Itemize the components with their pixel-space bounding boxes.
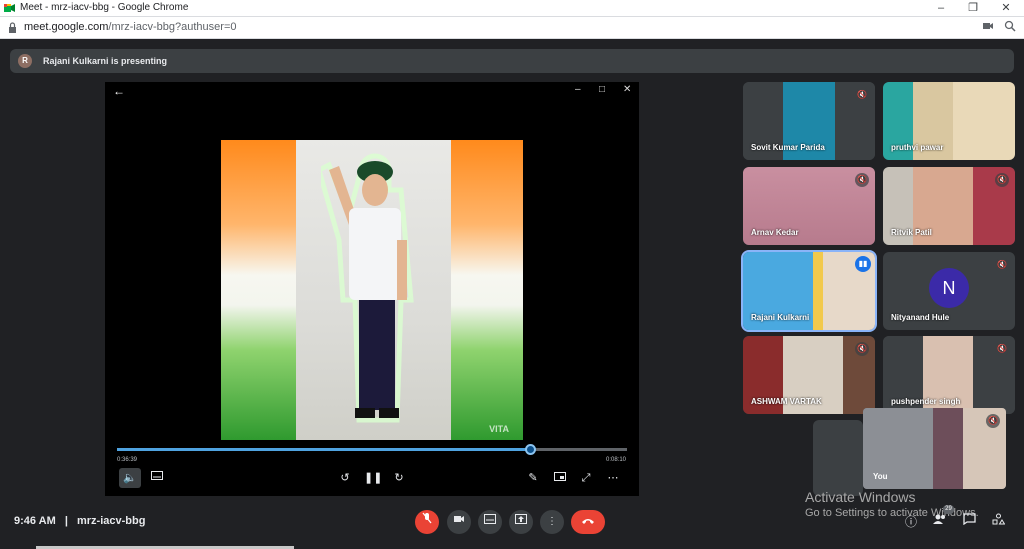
progress-fill — [117, 448, 531, 451]
tricolor-band-right — [451, 140, 523, 440]
participant-name: Ritvik Patil — [891, 228, 932, 237]
zoom-icon[interactable] — [1004, 20, 1016, 35]
mic-off-icon: 🔇 — [995, 258, 1009, 272]
mic-off-icon: 🔇 — [986, 414, 1000, 428]
end-call-button[interactable] — [571, 510, 605, 534]
present-screen-button[interactable] — [509, 510, 533, 534]
participant-tile-pruthvi[interactable]: pruthvi pawar — [883, 82, 1015, 160]
participant-name: Sovit Kumar Parida — [751, 143, 825, 152]
mic-off-icon: 🔇 — [855, 342, 869, 356]
participant-tile-nityanand[interactable]: N 🔇 Nityanand Hule — [883, 252, 1015, 330]
people-icon[interactable] — [933, 513, 947, 528]
meet-favicon-icon — [4, 4, 15, 12]
mic-toggle-button[interactable] — [415, 510, 439, 534]
participant-name: Arnav Kedar — [751, 228, 799, 237]
mic-off-icon: 🔇 — [855, 88, 869, 102]
rewind-10-icon[interactable]: ↺ — [337, 468, 353, 488]
empty-tile — [813, 420, 863, 496]
mic-off-icon: 🔇 — [855, 173, 869, 187]
close-icon[interactable]: ✕ — [623, 84, 631, 95]
participant-tile-rajani[interactable]: ▮▮ Rajani Kulkarni — [741, 250, 877, 332]
url-host: meet.google.com — [24, 21, 109, 33]
presentation-window[interactable]: ← – □ ✕ VITA 0:36:39 0:08:10 🔈 ↺ ❚❚ ↻ ✎ … — [105, 82, 639, 496]
participant-tile-ashwam[interactable]: 🔇 ASHWAM VARTAK — [743, 336, 875, 414]
activities-icon[interactable] — [992, 513, 1006, 528]
picture-in-picture-icon[interactable] — [552, 468, 568, 488]
restore-icon[interactable]: ❐ — [957, 0, 989, 17]
browser-title-bar: Meet - mrz-iacv-bbg - Google Chrome – ❐ … — [0, 0, 1024, 17]
participant-count-badge: 29 — [943, 505, 954, 514]
separator: | — [64, 515, 68, 527]
self-view-tile[interactable]: You 🔇 — [863, 408, 1006, 489]
minimize-icon[interactable]: – — [925, 0, 957, 17]
presenter-avatar: R — [18, 54, 32, 68]
minimize-icon[interactable]: – — [575, 84, 581, 95]
mic-off-icon: 🔇 — [995, 173, 1009, 187]
participant-tile-arnav[interactable]: 🔇 Arnav Kedar — [743, 167, 875, 245]
pause-icon[interactable]: ❚❚ — [364, 468, 382, 488]
meeting-time: 9:46 AM — [14, 515, 56, 527]
meeting-controls-bar: 9:46 AM | mrz-iacv-bbg ⋮ ⓘ 29 — [0, 500, 1024, 549]
participant-tile-pushpender[interactable]: 🔇 pushpender singh — [883, 336, 1015, 414]
close-window-icon[interactable]: ✕ — [990, 0, 1022, 17]
tricolor-band-left — [221, 140, 296, 440]
more-options-icon[interactable]: ⋯ — [605, 468, 621, 488]
captions-button[interactable] — [478, 510, 502, 534]
participant-tile-ritvik[interactable]: 🔇 Ritvik Patil — [883, 167, 1015, 245]
meeting-info: 9:46 AM | mrz-iacv-bbg — [14, 515, 145, 527]
pen-icon[interactable]: ✎ — [525, 468, 541, 488]
progress-knob[interactable] — [525, 444, 537, 455]
window-title: Meet - mrz-iacv-bbg - Google Chrome — [20, 2, 189, 13]
camera-permission-icon[interactable] — [982, 20, 994, 35]
participant-name: pushpender singh — [891, 397, 961, 406]
meeting-details-icon[interactable]: ⓘ — [905, 513, 917, 530]
more-options-button[interactable]: ⋮ — [540, 510, 564, 534]
elapsed-time: 0:36:39 — [117, 457, 138, 463]
participant-tile-sovit[interactable]: 🔇 Sovit Kumar Parida — [743, 82, 875, 160]
meeting-code: mrz-iacv-bbg — [76, 515, 146, 527]
participant-name: Nityanand Hule — [891, 313, 950, 322]
fullscreen-icon[interactable]: ⤢ — [578, 468, 594, 488]
url-text[interactable]: meet.google.com/mrz-iacv-bbg?authuser=0 — [24, 21, 236, 33]
mic-off-icon: 🔇 — [995, 342, 1009, 356]
presenting-text: Rajani Kulkarni is presenting — [43, 56, 168, 66]
speaking-indicator-icon: ▮▮ — [855, 256, 871, 272]
url-path: /mrz-iacv-bbg?authuser=0 — [108, 21, 237, 33]
camera-toggle-button[interactable] — [447, 510, 471, 534]
participant-name: ASHWAM VARTAK — [751, 397, 822, 406]
presenting-banner: R Rajani Kulkarni is presenting — [10, 49, 1014, 73]
participant-avatar: N — [929, 268, 969, 308]
participant-name: pruthvi pawar — [891, 143, 944, 152]
captions-icon[interactable] — [149, 468, 165, 488]
maximize-icon[interactable]: □ — [599, 84, 605, 95]
child-figure-image — [321, 153, 414, 423]
volume-icon[interactable]: 🔈 — [119, 468, 141, 488]
video-progress-bar[interactable] — [117, 444, 627, 455]
participant-name: Rajani Kulkarni — [751, 313, 810, 322]
video-frame[interactable]: VITA — [221, 140, 523, 440]
self-name: You — [873, 472, 888, 481]
forward-30-icon[interactable]: ↻ — [391, 468, 407, 488]
video-watermark: VITA — [489, 424, 509, 434]
back-arrow-icon[interactable]: ← — [113, 84, 125, 98]
address-bar[interactable]: meet.google.com/mrz-iacv-bbg?authuser=0 — [0, 17, 1024, 39]
chat-icon[interactable] — [963, 513, 976, 528]
duration-time: 0:08:10 — [606, 457, 627, 463]
lock-icon[interactable] — [8, 22, 17, 36]
